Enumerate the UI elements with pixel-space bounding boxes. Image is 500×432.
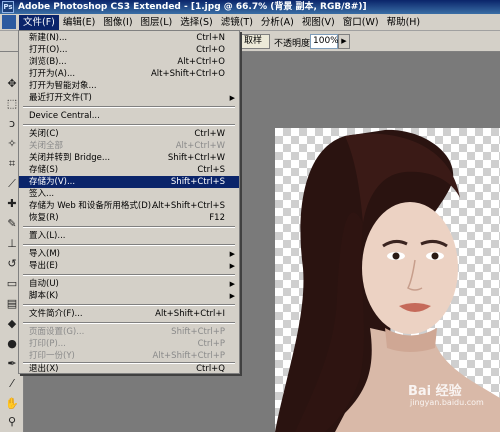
menu-edit[interactable]: 编辑(E) (59, 15, 99, 30)
menu-item-check-in[interactable]: 签入... (19, 188, 239, 200)
menu-item-close-and-bridge[interactable]: 关闭并转到 Bridge... Shift+Ctrl+W (19, 152, 239, 164)
menu-item-open[interactable]: 打开(O)... Ctrl+O (19, 44, 239, 56)
submenu-arrow-icon: ▶ (229, 262, 235, 270)
menu-bar: 文件(F) 编辑(E) 图像(I) 图层(L) 选择(S) 滤镜(T) 分析(A… (0, 14, 500, 31)
opacity-label: 不透明度: (274, 39, 314, 49)
opacity-input[interactable]: 100% (310, 34, 339, 49)
menu-separator (23, 322, 235, 324)
menu-window[interactable]: 窗口(W) (339, 15, 383, 30)
window-title: Adobe Photoshop CS3 Extended - [1.jpg @ … (18, 2, 367, 12)
menu-separator (23, 226, 235, 228)
menu-item-exit[interactable]: 退出(X) Ctrl+Q (19, 363, 239, 375)
menu-view[interactable]: 视图(V) (298, 15, 339, 30)
menu-item-save[interactable]: 存储(S) Ctrl+S (19, 164, 239, 176)
hand-tool-icon[interactable]: ✋ (4, 396, 20, 412)
app-menu-icon[interactable] (2, 15, 16, 29)
menu-item-new[interactable]: 新建(N)... Ctrl+N (19, 32, 239, 44)
menu-item-print-one-copy[interactable]: 打印一份(Y) Alt+Shift+Ctrl+P (19, 350, 239, 362)
menu-separator (23, 274, 235, 276)
menu-item-close-all[interactable]: 关闭全部 Alt+Ctrl+W (19, 140, 239, 152)
menu-separator (23, 124, 235, 126)
menu-item-export[interactable]: 导出(E) ▶ (19, 260, 239, 272)
menu-item-import[interactable]: 导入(M) ▶ (19, 248, 239, 260)
menu-item-device-central[interactable]: Device Central... (19, 110, 239, 122)
menu-item-revert[interactable]: 恢复(R) F12 (19, 212, 239, 224)
menu-item-open-as[interactable]: 打开为(A)... Alt+Shift+Ctrl+O (19, 68, 239, 80)
submenu-arrow-icon: ▶ (229, 250, 235, 258)
photoshop-logo-icon: Ps (2, 1, 14, 13)
baidu-watermark: Bai 经验 (408, 384, 462, 399)
menu-select[interactable]: 选择(S) (176, 15, 216, 30)
title-bar: Ps Adobe Photoshop CS3 Extended - [1.jpg… (0, 0, 500, 14)
menu-help[interactable]: 帮助(H) (383, 15, 425, 30)
menu-layer[interactable]: 图层(L) (137, 15, 177, 30)
menu-item-print[interactable]: 打印(P)... Ctrl+P (19, 338, 239, 350)
menu-item-scripts[interactable]: 脚本(K) ▶ (19, 290, 239, 302)
menu-file[interactable]: 文件(F) (19, 14, 59, 30)
menu-item-file-info[interactable]: 文件简介(F)... Alt+Shift+Ctrl+I (19, 308, 239, 320)
menu-item-browse[interactable]: 浏览(B)... Alt+Ctrl+O (19, 56, 239, 68)
menu-separator (23, 106, 235, 108)
menu-separator (23, 304, 235, 306)
eyedropper-tool-icon[interactable]: ⁄ (4, 376, 20, 392)
zoom-tool-icon[interactable]: ⚲ (4, 414, 20, 430)
submenu-arrow-icon: ▶ (229, 292, 235, 300)
document-canvas[interactable] (275, 128, 500, 432)
menu-item-save-as[interactable]: 存储为(V)... Shift+Ctrl+S (19, 176, 239, 188)
menu-filter[interactable]: 滤镜(T) (217, 15, 257, 30)
menu-item-close[interactable]: 关闭(C) Ctrl+W (19, 128, 239, 140)
submenu-arrow-icon: ▶ (229, 94, 235, 102)
menu-separator (23, 244, 235, 246)
menu-item-automate[interactable]: 自动(U) ▶ (19, 278, 239, 290)
opacity-dropdown-arrow-icon[interactable]: ▶ (338, 34, 350, 49)
menu-item-page-setup[interactable]: 页面设置(G)... Shift+Ctrl+P (19, 326, 239, 338)
sample-button[interactable]: 取样 (236, 34, 270, 49)
baidu-watermark-url: jingyan.baidu.com (410, 398, 484, 407)
submenu-arrow-icon: ▶ (229, 280, 235, 288)
menu-image[interactable]: 图像(I) (99, 15, 136, 30)
menu-analysis[interactable]: 分析(A) (257, 15, 298, 30)
file-menu-dropdown: 新建(N)... Ctrl+N 打开(O)... Ctrl+O 浏览(B)... Al… (18, 30, 240, 374)
menu-item-place[interactable]: 置入(L)... (19, 230, 239, 242)
menu-item-save-for-web[interactable]: 存储为 Web 和设备所用格式(D)... Alt+Shift+Ctrl+S (19, 200, 239, 212)
menu-item-open-smart-object[interactable]: 打开为智能对象... (19, 80, 239, 92)
menu-item-recent-files[interactable]: 最近打开文件(T) ▶ (19, 92, 239, 104)
portrait-photo (275, 129, 500, 432)
